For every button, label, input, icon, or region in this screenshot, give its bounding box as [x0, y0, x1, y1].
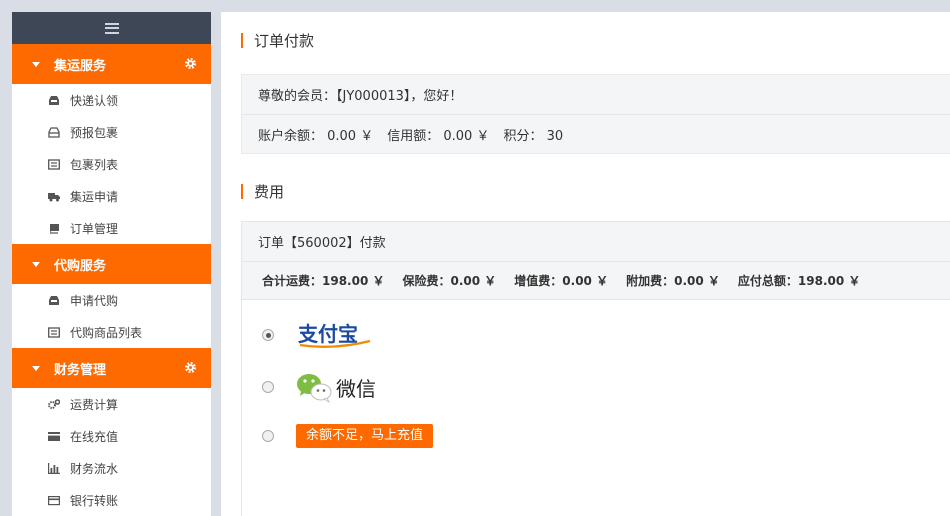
bank-card-icon: [48, 495, 60, 505]
truck-icon: [48, 192, 60, 201]
list-icon: [48, 158, 60, 170]
gear-icon[interactable]: [184, 361, 197, 374]
sidebar-item-purchase-goods-list[interactable]: 代购商品列表: [12, 316, 211, 348]
sidebar-item-label: 包裹列表: [70, 157, 119, 172]
greeting-row: 尊敬的会员：【JY000013】，您好！: [242, 75, 950, 114]
greeting-text: 尊敬的会员：【JY000013】，您好！: [258, 89, 463, 104]
payment-option-balance[interactable]: 余额不足，马上充值: [262, 424, 434, 448]
fee-summary: 合计运费：198.00 ￥ 保险费：0.00 ￥ 增值费：0.00 ￥ 附加费：…: [242, 262, 950, 300]
wechat-label: 微信: [336, 376, 376, 401]
sidebar-item-label: 代购商品列表: [70, 325, 143, 340]
sidebar-item-forecast-parcel[interactable]: 预报包裹: [12, 116, 211, 148]
total-payable: 应付总额：198.00 ￥: [737, 274, 861, 288]
section-consolidation[interactable]: 集运服务: [12, 44, 211, 84]
card-icon: [48, 431, 60, 441]
sidebar-item-finance-flow[interactable]: 财务流水: [12, 452, 211, 484]
section-title: 集运服务: [54, 58, 107, 74]
caret-down-icon: [32, 261, 40, 267]
sidebar-item-order-management[interactable]: 订单管理: [12, 212, 211, 244]
title-accent-bar: [241, 32, 243, 48]
bar-chart-icon: [48, 462, 60, 474]
surcharge-fee: 附加费：0.00 ￥: [626, 274, 720, 288]
book-icon: [50, 223, 59, 234]
inbox-icon: [49, 295, 59, 305]
account-row: 账户余额： 0.00 ￥ 信用额： 0.00 ￥ 积分： 30: [242, 114, 950, 153]
cogs-icon: [48, 398, 60, 409]
sidebar-item-express-claim[interactable]: 快递认领: [12, 84, 211, 116]
caret-down-icon: [32, 61, 40, 67]
fee-box: 订单【560002】付款 合计运费：198.00 ￥ 保险费：0.00 ￥ 增值…: [241, 221, 950, 516]
alipay-radio[interactable]: [262, 329, 274, 341]
sidebar-toggle[interactable]: [12, 12, 211, 44]
credit-limit: 信用额： 0.00 ￥: [387, 128, 490, 144]
page-title: 订单付款: [241, 31, 315, 50]
wechat-option: 微信: [296, 371, 376, 403]
sidebar-item-label: 银行转账: [70, 493, 119, 508]
gear-icon[interactable]: [184, 57, 197, 70]
fee-section-title: 费用: [241, 182, 285, 201]
recharge-button[interactable]: 余额不足，马上充值: [296, 424, 434, 448]
section-title: 财务管理: [54, 362, 107, 378]
section-purchasing[interactable]: 代购服务: [12, 244, 211, 284]
main-panel: 订单付款 尊敬的会员：【JY000013】，您好！ 账户余额： 0.00 ￥ 信…: [221, 12, 950, 516]
sidebar-item-label: 快递认领: [70, 93, 119, 108]
sidebar-item-freight-calc[interactable]: 运费计算: [12, 388, 211, 420]
sidebar-item-label: 在线充值: [70, 429, 119, 444]
points: 积分： 30: [503, 128, 564, 144]
section-title: 代购服务: [54, 258, 107, 274]
sidebar-item-label: 运费计算: [70, 397, 119, 412]
payment-option-alipay[interactable]: 支付宝: [262, 321, 372, 349]
freight-total: 合计运费：198.00 ￥: [262, 274, 385, 288]
sidebar-item-label: 财务流水: [70, 461, 119, 476]
wechat-radio[interactable]: [262, 381, 274, 393]
tray-icon: [48, 126, 60, 138]
title-accent-bar: [241, 183, 243, 199]
order-line: 订单【560002】付款: [242, 222, 950, 262]
sidebar-item-label: 集运申请: [70, 189, 119, 204]
sidebar-item-label: 订单管理: [70, 221, 119, 236]
alipay-logo: 支付宝: [298, 322, 371, 348]
sidebar-item-label: 申请代购: [70, 293, 119, 308]
hamburger-icon: [104, 22, 119, 34]
balance-radio[interactable]: [262, 430, 274, 442]
value-added-fee: 增值费：0.00 ￥: [514, 274, 609, 288]
sidebar-item-online-recharge[interactable]: 在线充值: [12, 420, 211, 452]
sidebar-item-apply-purchase[interactable]: 申请代购: [12, 284, 211, 316]
sidebar-item-bank-transfer[interactable]: 银行转账: [12, 484, 211, 516]
fee-title-text: 费用: [254, 182, 285, 201]
account-balance: 账户余额： 0.00 ￥: [258, 128, 374, 144]
list-icon: [48, 326, 60, 338]
order-line-text: 订单【560002】付款: [258, 236, 386, 251]
sidebar-item-consolidation-apply[interactable]: 集运申请: [12, 180, 211, 212]
sidebar-item-label: 预报包裹: [70, 125, 119, 140]
svg-text:支付宝: 支付宝: [298, 322, 358, 346]
payment-option-wechat[interactable]: 微信: [262, 371, 376, 403]
page-title-text: 订单付款: [254, 31, 315, 50]
wechat-icon: [297, 374, 332, 403]
sidebar-item-parcel-list[interactable]: 包裹列表: [12, 148, 211, 180]
insurance-fee: 保险费：0.00 ￥: [402, 274, 497, 288]
caret-down-icon: [32, 365, 40, 371]
member-info-box: 尊敬的会员：【JY000013】，您好！ 账户余额： 0.00 ￥ 信用额： 0…: [241, 74, 950, 154]
section-finance[interactable]: 财务管理: [12, 348, 211, 388]
inbox-icon: [49, 95, 59, 105]
sidebar: 集运服务 快递认领 预报包裹 包裹列表 集运申请 订单管理 代购服务 申请代购 …: [12, 12, 211, 516]
